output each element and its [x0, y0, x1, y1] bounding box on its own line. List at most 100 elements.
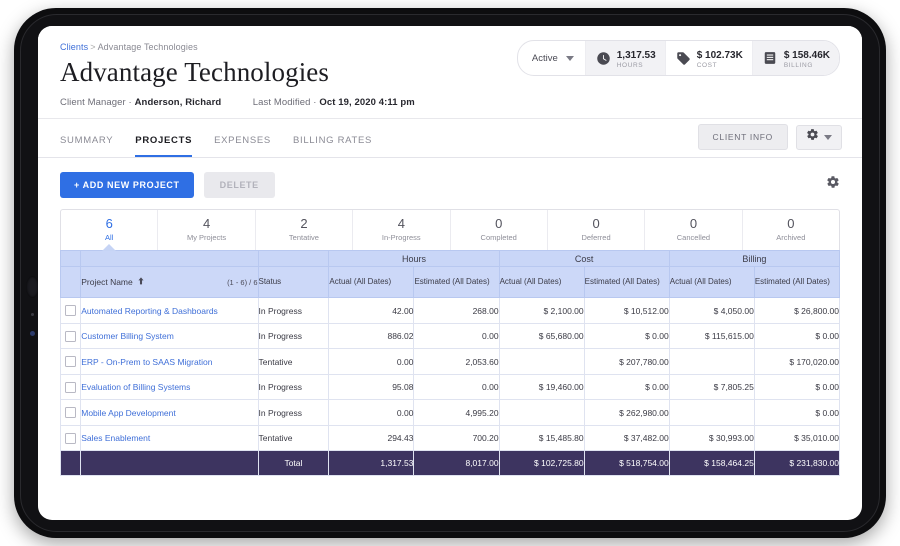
header-actions: CLIENT INFO [697, 124, 842, 151]
project-link[interactable]: Customer Billing System [81, 331, 174, 341]
tab-bar: SUMMARY PROJECTS EXPENSES BILLING RATES … [38, 119, 862, 159]
cell-cost-actual [498, 348, 585, 375]
invoice-icon [762, 50, 779, 67]
header-cost-actual[interactable]: Actual (All Dates) [498, 266, 585, 299]
project-link[interactable]: Automated Reporting & Dashboards [81, 306, 218, 316]
header-hours-estimated[interactable]: Estimated (All Dates) [413, 266, 500, 299]
cell-hours-estimated: 4,995.20 [413, 399, 500, 426]
project-link[interactable]: ERP - On-Prem to SAAS Migration [81, 357, 212, 367]
add-new-project-button[interactable]: + ADD NEW PROJECT [60, 172, 194, 199]
header-status[interactable]: Status [257, 266, 330, 299]
projects-toolbar: + ADD NEW PROJECT DELETE [60, 172, 840, 199]
filter-tentative-count: 2 [300, 216, 308, 232]
cell-cost-actual: $ 2,100.00 [498, 297, 585, 324]
pagination-range: (1 - 6) / 6 [227, 277, 258, 287]
gear-icon [806, 128, 819, 146]
row-checkbox-cell[interactable] [59, 424, 82, 452]
chevron-down-icon [565, 55, 574, 61]
filter-all-count: 6 [105, 216, 113, 232]
filter-tentative[interactable]: 2 Tentative [254, 210, 352, 251]
filter-cancelled[interactable]: 0 Cancelled [644, 210, 741, 251]
cell-status: In Progress [257, 322, 330, 350]
table-row: Customer Billing System In Progress 886.… [59, 322, 841, 350]
page-header: Clients > Advantage Technologies Advantage… [38, 26, 862, 120]
row-checkbox[interactable] [65, 381, 77, 393]
total-hours-actual: 1,317.53 [328, 450, 415, 477]
total-cost-actual: $ 102,725.80 [498, 450, 585, 477]
cell-cost-actual: $ 19,460.00 [498, 373, 585, 401]
cell-hours-actual: 294.43 [328, 424, 415, 452]
table-footer-total: Total 1,317.53 8,017.00 $ 102,725.80 $ 5… [59, 450, 841, 477]
tab-billing-rates[interactable]: BILLING RATES [293, 135, 372, 157]
cell-cost-actual [498, 399, 585, 426]
filter-archived-count: 0 [787, 216, 795, 232]
projects-panel: + ADD NEW PROJECT DELETE 6 All 4 My Proj… [38, 158, 862, 477]
header-billing-estimated[interactable]: Estimated (All Dates) [753, 266, 841, 299]
table-row: Evaluation of Billing Systems In Progres… [59, 373, 841, 401]
header-cost-estimated[interactable]: Estimated (All Dates) [583, 266, 670, 299]
row-checkbox-cell[interactable] [59, 348, 82, 375]
filter-my-projects-label: My Projects [186, 233, 227, 243]
cell-cost-estimated: $ 37,482.00 [583, 424, 670, 452]
settings-menu-button[interactable] [796, 124, 842, 150]
project-link[interactable]: Evaluation of Billing Systems [81, 382, 190, 392]
header-select-all[interactable] [59, 266, 82, 299]
stat-cost-value: $ 102.73K [696, 49, 743, 61]
cell-cost-actual: $ 65,680.00 [498, 322, 585, 350]
cell-project-name[interactable]: Mobile App Development [80, 399, 259, 426]
cell-billing-actual: $ 115,615.00 [668, 322, 755, 350]
project-link[interactable]: Sales Enablement [81, 433, 150, 443]
row-checkbox-cell[interactable] [59, 373, 82, 401]
delete-button[interactable]: DELETE [203, 172, 275, 199]
cell-billing-estimated: $ 0.00 [753, 399, 841, 426]
projects-table: Hours Cost Billing Project Name (1 - 6) … [59, 250, 841, 477]
cell-billing-estimated: $ 0.00 [753, 373, 841, 401]
row-checkbox-cell[interactable] [59, 322, 82, 350]
cell-project-name[interactable]: Sales Enablement [80, 424, 259, 452]
cell-project-name[interactable]: ERP - On-Prem to SAAS Migration [80, 348, 259, 375]
header-hours-actual[interactable]: Actual (All Dates) [328, 266, 415, 299]
filter-completed[interactable]: 0 Completed [449, 210, 547, 251]
cell-cost-actual: $ 15,485.80 [498, 424, 585, 452]
total-blank-check [59, 450, 82, 477]
cell-cost-estimated: $ 10,512.00 [583, 297, 670, 324]
filter-in-progress[interactable]: 4 In-Progress [352, 210, 449, 251]
filter-deferred[interactable]: 0 Deferred [546, 210, 644, 251]
filter-cancelled-count: 0 [689, 216, 698, 232]
header-project-name[interactable]: Project Name (1 - 6) / 6 [80, 266, 259, 299]
header-billing-actual[interactable]: Actual (All Dates) [668, 266, 755, 299]
filter-all[interactable]: 6 All [61, 210, 157, 250]
filter-deferred-label: Deferred [581, 233, 611, 243]
tab-expenses[interactable]: EXPENSES [214, 135, 271, 157]
filter-archived[interactable]: 0 Archived [741, 210, 839, 251]
chevron-down-icon [824, 134, 832, 140]
cell-project-name[interactable]: Evaluation of Billing Systems [80, 373, 259, 401]
client-info-button[interactable]: CLIENT INFO [697, 124, 788, 151]
tag-icon [675, 50, 692, 67]
breadcrumb-link-clients[interactable]: Clients [60, 42, 88, 52]
row-checkbox-cell[interactable] [59, 297, 82, 324]
cell-project-name[interactable]: Automated Reporting & Dashboards [80, 297, 259, 324]
project-link[interactable]: Mobile App Development [81, 408, 176, 418]
row-checkbox[interactable] [65, 330, 77, 342]
cell-hours-estimated: 2,053.60 [413, 348, 500, 375]
total-cost-estimated: $ 518,754.00 [583, 450, 670, 477]
status-filter-tabs: 6 All 4 My Projects 2 Tentative 4 In-Pro… [60, 209, 840, 251]
cell-status: Tentative [257, 424, 330, 452]
cell-project-name[interactable]: Customer Billing System [80, 322, 259, 350]
status-filter-dropdown[interactable]: Active [518, 41, 585, 75]
row-checkbox[interactable] [65, 356, 77, 368]
total-label: Total [257, 450, 330, 477]
row-checkbox[interactable] [65, 407, 77, 419]
tab-projects[interactable]: PROJECTS [135, 135, 193, 158]
total-billing-estimated: $ 231,830.00 [753, 450, 841, 477]
table-row: Automated Reporting & Dashboards In Prog… [59, 297, 841, 324]
filter-completed-count: 0 [495, 216, 503, 232]
table-settings-gear-icon[interactable] [826, 175, 840, 194]
cell-billing-estimated: $ 170,020.00 [753, 348, 841, 375]
tab-summary[interactable]: SUMMARY [60, 135, 113, 157]
row-checkbox-cell[interactable] [59, 399, 82, 426]
filter-my-projects[interactable]: 4 My Projects [157, 210, 254, 251]
row-checkbox[interactable] [65, 305, 77, 317]
row-checkbox[interactable] [65, 432, 77, 444]
